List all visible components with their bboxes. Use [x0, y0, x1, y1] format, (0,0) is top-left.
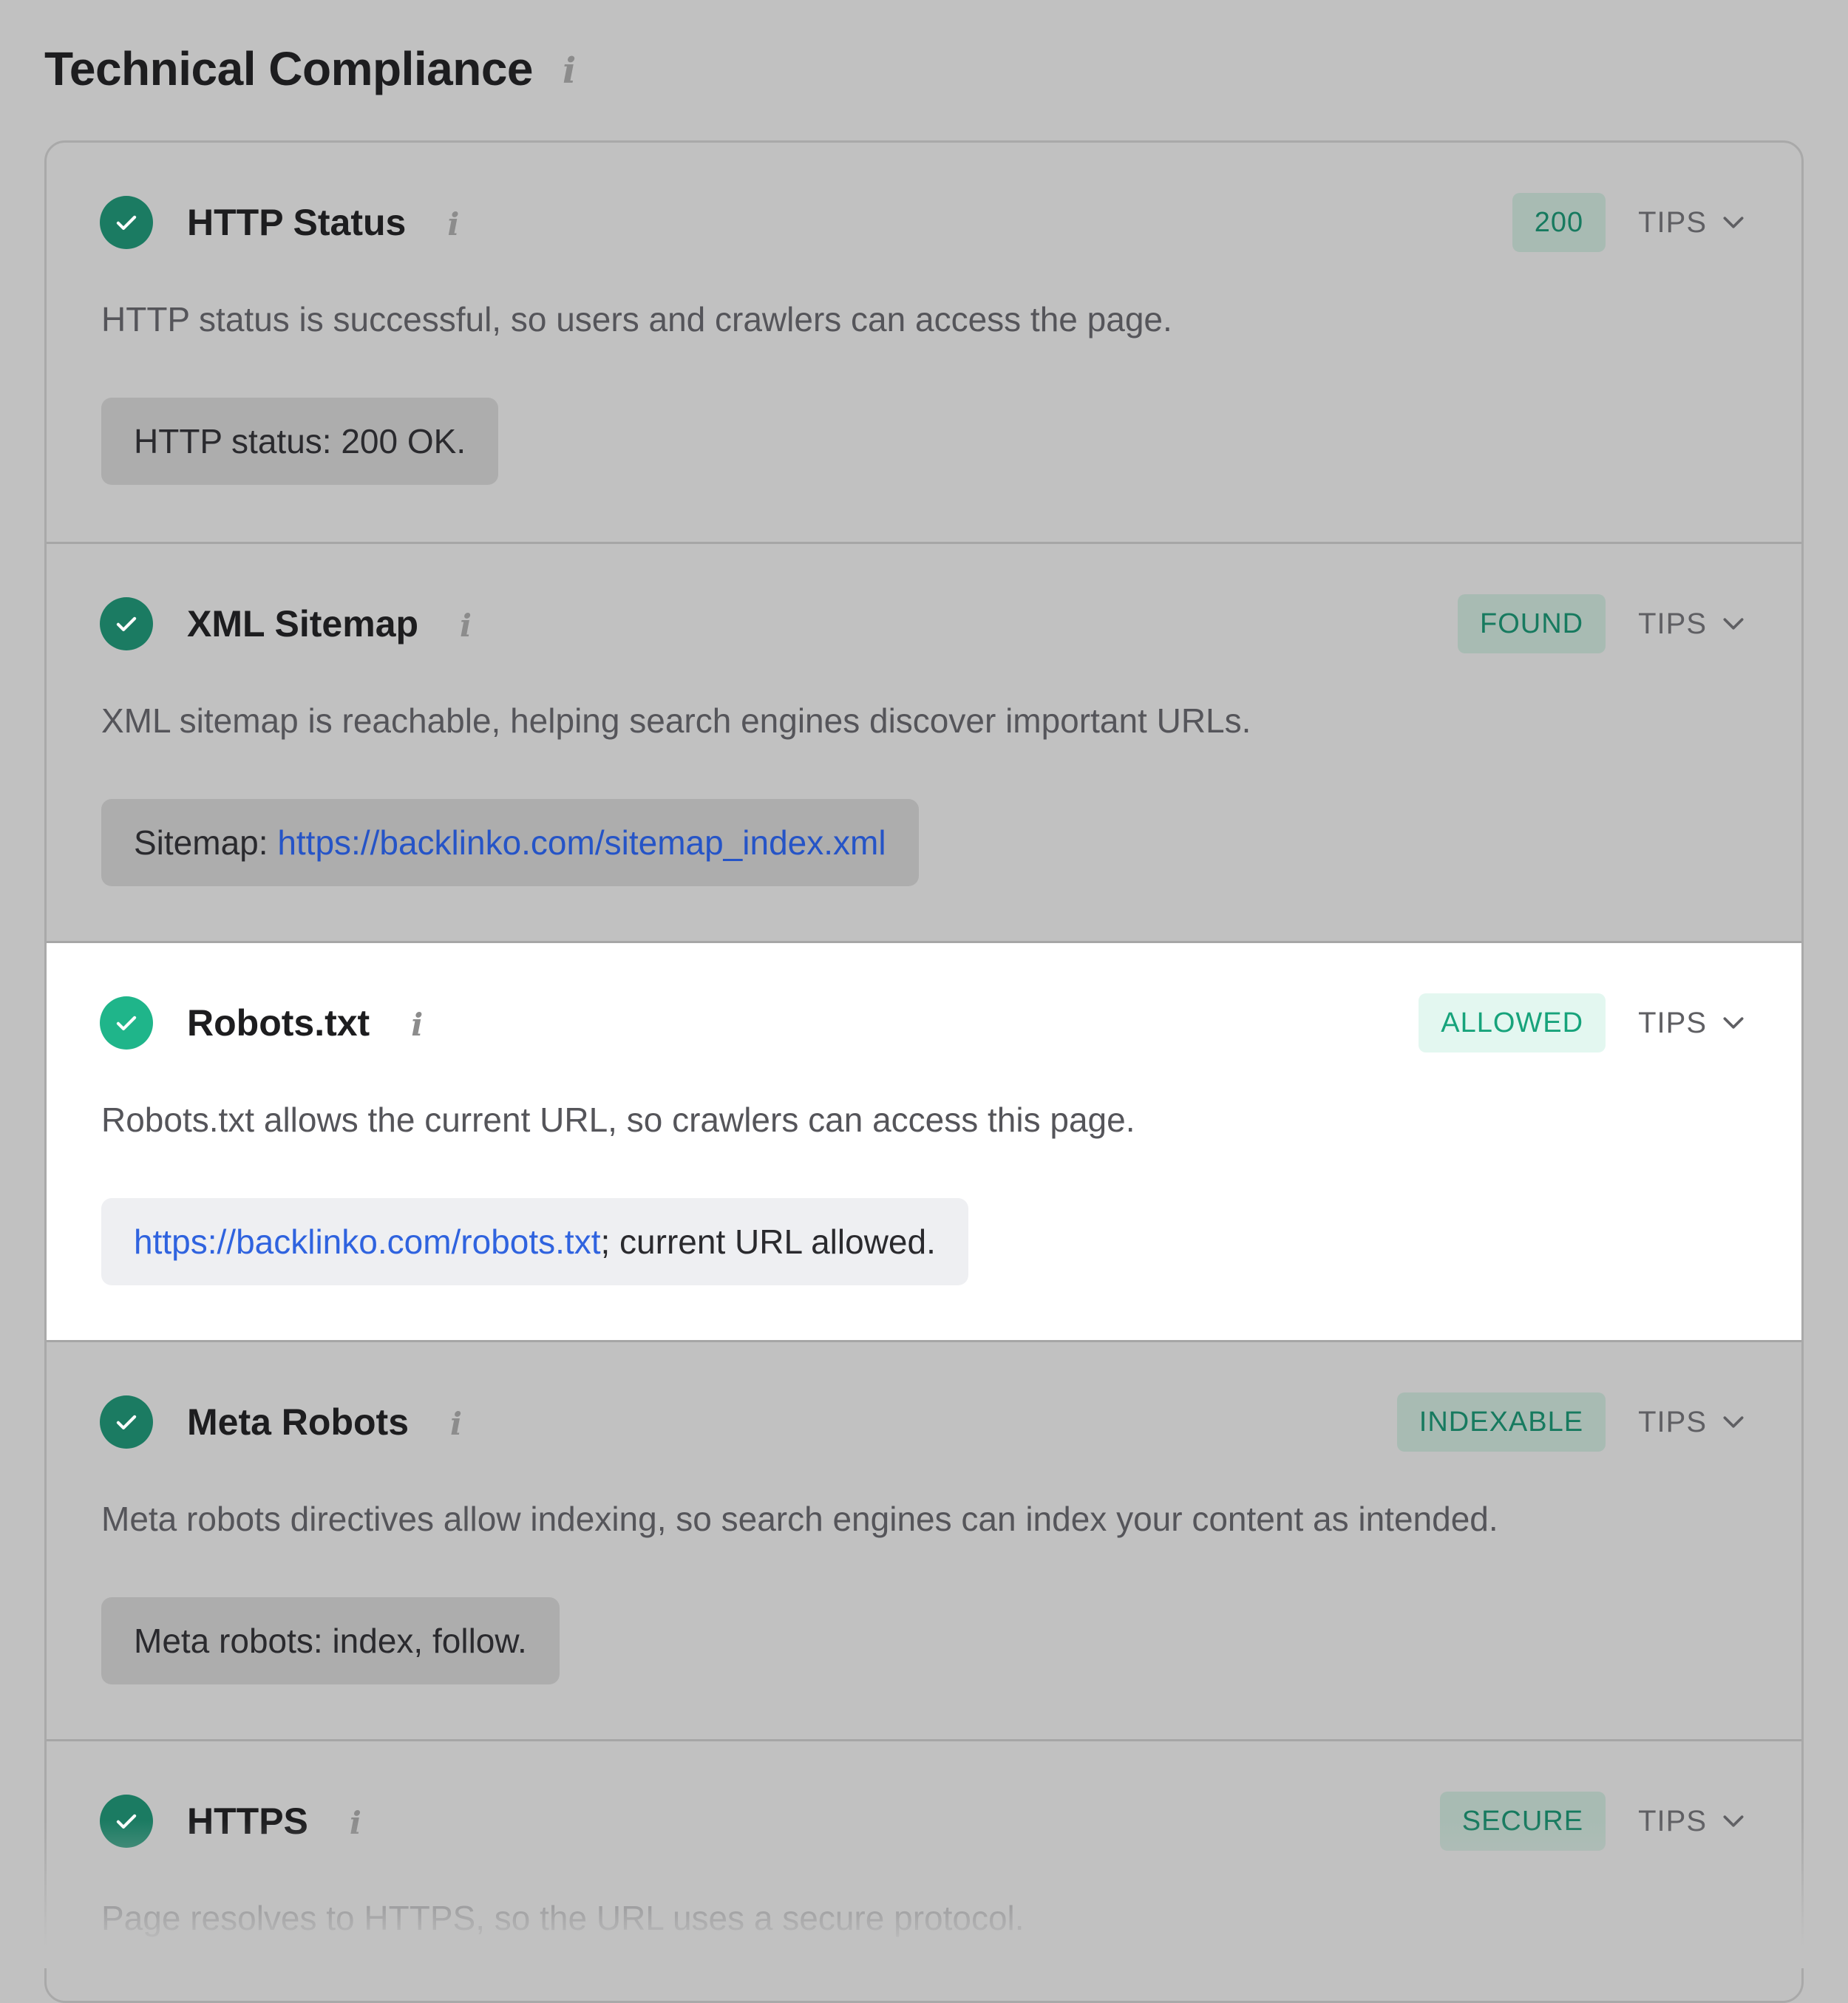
status-badge: ALLOWED — [1419, 993, 1606, 1052]
tips-label: TIPS — [1638, 1405, 1707, 1438]
check-title: Robots.txt — [187, 1002, 370, 1044]
chevron-down-icon — [1723, 1017, 1744, 1029]
check-detail: Meta robots: index, follow. — [101, 1597, 560, 1684]
check-title: Meta Robots — [187, 1401, 409, 1443]
check-info-icon[interactable]: i — [411, 1007, 423, 1043]
check-detail: Sitemap: https://backlinko.com/sitemap_i… — [101, 799, 919, 886]
check-header: XML Sitemap i FOUND TIPS — [100, 594, 1748, 653]
check-info-icon[interactable]: i — [460, 608, 472, 644]
tips-toggle[interactable]: TIPS — [1638, 1792, 1748, 1851]
status-badge: INDEXABLE — [1396, 1392, 1606, 1452]
tips-toggle[interactable]: TIPS — [1638, 993, 1748, 1052]
tips-label: TIPS — [1638, 205, 1707, 239]
detail-text: HTTP status: 200 OK. — [134, 422, 466, 460]
detail-text: Sitemap: — [134, 823, 278, 862]
check-info-icon[interactable]: i — [447, 206, 459, 242]
chevron-down-icon — [1723, 618, 1744, 630]
detail-text: Meta robots: index, follow. — [134, 1622, 527, 1660]
check-circle-icon — [100, 996, 153, 1050]
tips-label: TIPS — [1638, 607, 1707, 640]
page-header: Technical Compliance i — [44, 35, 576, 102]
check-circle-icon — [100, 1795, 153, 1848]
tips-toggle[interactable]: TIPS — [1638, 1392, 1748, 1452]
check-title: HTTP Status — [187, 202, 407, 243]
check-detail: HTTP status: 200 OK. — [101, 398, 499, 485]
check-header: HTTP Status i 200 TIPS — [100, 193, 1748, 252]
check-title: HTTPS — [187, 1800, 308, 1842]
check-section-robots-txt: Robots.txt i ALLOWED TIPS Robots.txt all… — [47, 943, 1801, 1342]
check-description: HTTP status is successful, so users and … — [101, 300, 1172, 339]
check-description: Robots.txt allows the current URL, so cr… — [101, 1101, 1135, 1139]
check-section-http-status: HTTP Status i 200 TIPS HTTP status is su… — [47, 143, 1801, 544]
tips-toggle[interactable]: TIPS — [1638, 594, 1748, 653]
check-header: Robots.txt i ALLOWED TIPS — [100, 993, 1748, 1052]
status-badge: SECURE — [1439, 1792, 1606, 1851]
check-circle-icon — [100, 597, 153, 650]
check-description: Page resolves to HTTPS, so the URL uses … — [101, 1899, 1025, 1937]
robots-txt-link[interactable]: https://backlinko.com/robots.txt — [134, 1222, 601, 1262]
chevron-down-icon — [1723, 1815, 1744, 1827]
check-info-icon[interactable]: i — [450, 1406, 462, 1442]
check-circle-icon — [100, 196, 153, 249]
check-info-icon[interactable]: i — [350, 1805, 361, 1841]
check-section-https: HTTPS i SECURE TIPS Page resolves to HTT… — [47, 1741, 1801, 2001]
chevron-down-icon — [1723, 1416, 1744, 1428]
check-description: XML sitemap is reachable, helping search… — [101, 701, 1251, 740]
status-badge: 200 — [1512, 193, 1606, 252]
check-header: HTTPS i SECURE TIPS — [100, 1792, 1748, 1851]
check-section-xml-sitemap: XML Sitemap i FOUND TIPS XML sitemap is … — [47, 544, 1801, 943]
check-section-meta-robots: Meta Robots i INDEXABLE TIPS Meta robots… — [47, 1342, 1801, 1741]
tips-toggle[interactable]: TIPS — [1638, 193, 1748, 252]
check-circle-icon — [100, 1395, 153, 1449]
status-badge: FOUND — [1457, 594, 1606, 653]
sitemap-link[interactable]: https://backlinko.com/sitemap_index.xml — [277, 823, 886, 863]
check-description: Meta robots directives allow indexing, s… — [101, 1500, 1498, 1538]
check-title: XML Sitemap — [187, 603, 419, 645]
check-header: Meta Robots i INDEXABLE TIPS — [100, 1392, 1748, 1452]
title-info-icon[interactable]: i — [563, 50, 576, 92]
tips-label: TIPS — [1638, 1006, 1707, 1039]
chevron-down-icon — [1723, 217, 1744, 228]
check-detail: https://backlinko.com/robots.txt ; curre… — [101, 1198, 968, 1285]
page-title: Technical Compliance — [44, 42, 534, 95]
detail-text: ; current URL allowed. — [600, 1222, 936, 1261]
technical-compliance-panel: Technical Compliance i HTTP Status i 200… — [0, 0, 1848, 2003]
tips-label: TIPS — [1638, 1804, 1707, 1837]
checks-card: HTTP Status i 200 TIPS HTTP status is su… — [44, 140, 1804, 2003]
